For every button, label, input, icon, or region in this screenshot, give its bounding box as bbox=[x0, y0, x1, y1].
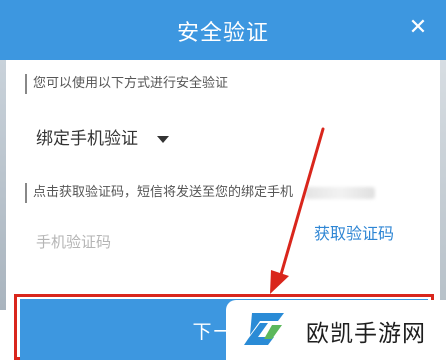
background-edge-right bbox=[440, 60, 446, 310]
dialog-header: 安全验证 ✕ bbox=[0, 0, 446, 60]
chevron-down-icon bbox=[157, 135, 170, 143]
sms-hint: 点击获取验证码，短信将发送至您的绑定手机 bbox=[25, 183, 376, 203]
background-edge-left bbox=[0, 60, 6, 310]
sms-code-input[interactable] bbox=[34, 226, 278, 258]
security-dialog: 安全验证 ✕ 您可以使用以下方式进行安全验证 绑定手机验证 点击获取验证码，短信… bbox=[0, 0, 446, 360]
watermark-text: 欧凯手游网 bbox=[306, 321, 426, 347]
watermark: 欧凯手游网 bbox=[226, 300, 446, 360]
verification-method-value: 绑定手机验证 bbox=[36, 129, 138, 149]
sms-hint-text: 点击获取验证码，短信将发送至您的绑定手机 bbox=[33, 185, 294, 200]
dialog-title: 安全验证 bbox=[176, 21, 269, 46]
verification-notice: 您可以使用以下方式进行安全验证 bbox=[25, 74, 228, 94]
get-code-button[interactable]: 获取验证码 bbox=[314, 222, 394, 246]
close-icon[interactable]: ✕ bbox=[404, 14, 432, 42]
verification-method-select[interactable]: 绑定手机验证 bbox=[36, 126, 170, 152]
masked-phone-number bbox=[305, 186, 376, 199]
watermark-logo-icon bbox=[244, 313, 284, 345]
